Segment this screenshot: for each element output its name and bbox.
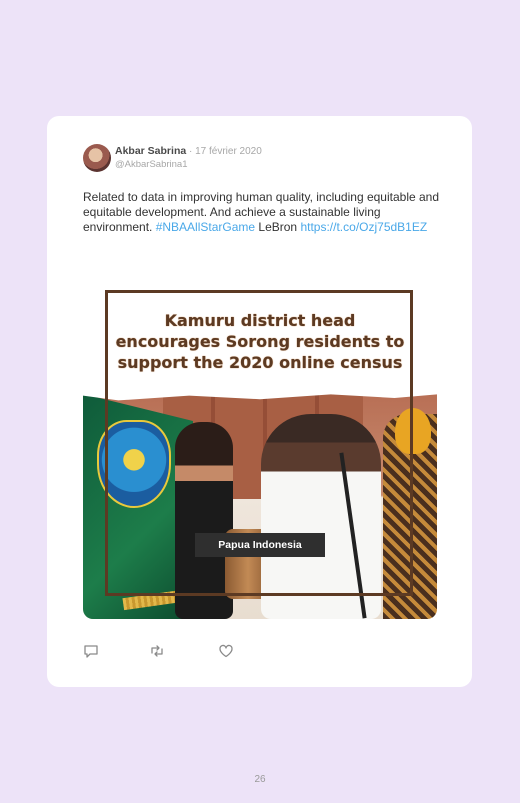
reply-button[interactable] xyxy=(83,643,99,659)
avatar[interactable] xyxy=(83,144,111,172)
media-headline: Kamuru district head encourages Sorong r… xyxy=(115,311,405,372)
retweet-icon xyxy=(151,645,163,657)
tweet-header: Akbar Sabrina · 17 février 2020 xyxy=(115,145,262,157)
retweet-button[interactable] xyxy=(149,643,165,659)
author-name[interactable]: Akbar Sabrina xyxy=(115,145,186,157)
event-photo xyxy=(83,394,437,619)
like-button[interactable] xyxy=(218,643,234,659)
tweet-media[interactable]: Kamuru district head encourages Sorong r… xyxy=(83,284,437,619)
tweet-link[interactable]: https://t.co/Ozj75dB1EZ xyxy=(300,220,427,234)
regency-emblem xyxy=(97,420,171,508)
hashtag-link[interactable]: #NBAAllStarGame xyxy=(156,220,255,234)
tweet-card[interactable]: Akbar Sabrina · 17 février 2020 @AkbarSa… xyxy=(47,116,472,687)
tweet-text: Related to data in improving human quali… xyxy=(83,190,443,235)
tweet-date[interactable]: · 17 février 2020 xyxy=(189,146,262,157)
author-handle[interactable]: @AkbarSabrina1 xyxy=(115,159,188,170)
reply-icon xyxy=(84,645,98,658)
tweet-body-tail: LeBron xyxy=(255,220,301,234)
heart-icon xyxy=(219,644,233,658)
page-number: 26 xyxy=(254,774,266,785)
hijab-figure xyxy=(395,408,431,454)
man-figure xyxy=(261,414,381,619)
media-credit: Papua Indonesia xyxy=(195,533,325,557)
